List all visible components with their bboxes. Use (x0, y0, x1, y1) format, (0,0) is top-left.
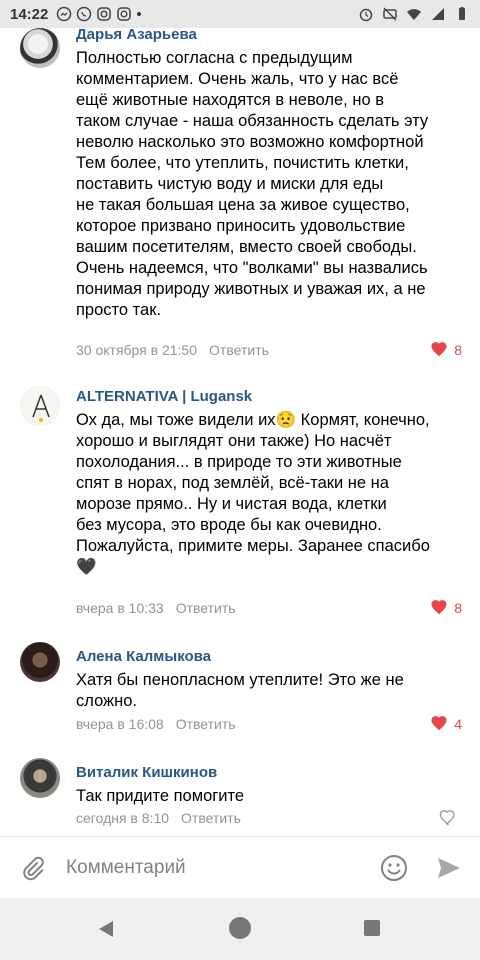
comment-text: Полностью согласна с предыдущим коммента… (76, 49, 429, 319)
heart-icon (431, 342, 447, 358)
attach-icon[interactable] (20, 855, 46, 881)
comment-meta: 30 октября в 21:50 Ответить (76, 342, 269, 358)
comment-date: 30 октября в 21:50 (76, 342, 198, 358)
like-button[interactable]: 4 (430, 716, 462, 732)
android-nav-bar (0, 898, 480, 960)
comment-input[interactable]: Комментарий (66, 857, 186, 879)
whatsapp-icon (77, 6, 92, 22)
reply-button[interactable]: Ответить (181, 810, 241, 826)
like-count: 8 (454, 600, 462, 616)
comment-author[interactable]: Дарья Азарьева (76, 28, 197, 43)
status-notification-icons: • (56, 5, 142, 23)
messenger-icon (57, 6, 72, 22)
back-icon[interactable] (97, 920, 115, 938)
comment-input-bar: Комментарий (0, 836, 480, 898)
comment-meta: вчера в 16:08 Ответить (76, 716, 236, 732)
alarm-icon (359, 8, 373, 22)
reply-button[interactable]: Ответить (209, 342, 269, 358)
recent-apps-icon[interactable] (364, 920, 380, 936)
instagram-icon (97, 7, 112, 21)
comment-author[interactable]: Виталик Кишкинов (76, 764, 217, 781)
mute-icon (383, 7, 397, 21)
comment-date: вчера в 10:33 (76, 600, 164, 616)
comment-text: Так придите помогите (76, 787, 245, 805)
comment-date: сегодня в 8:10 (76, 810, 170, 826)
heart-outline-icon (439, 810, 455, 826)
like-button[interactable]: 8 (430, 342, 462, 358)
alternativa-logo-icon (32, 394, 50, 422)
like-button[interactable]: 8 (430, 600, 462, 616)
comments-list[interactable]: Дарья Азарьева Полностью согласна с пред… (0, 28, 480, 836)
comment-meta: сегодня в 8:10 Ответить (76, 810, 241, 826)
status-dot: • (136, 5, 142, 23)
comment-author[interactable]: Алена Калмыкова (76, 648, 211, 665)
emoji-icon[interactable] (380, 854, 408, 882)
home-icon[interactable] (229, 917, 251, 939)
reply-button[interactable]: Ответить (176, 600, 236, 616)
avatar[interactable] (20, 386, 60, 426)
battery-icon (459, 7, 465, 20)
heart-icon (431, 716, 447, 732)
like-button[interactable] (438, 810, 462, 826)
status-system-icons (358, 6, 470, 22)
comment-date: вчера в 16:08 (76, 716, 164, 732)
signal-icon (432, 8, 444, 20)
avatar[interactable] (20, 758, 60, 798)
like-count: 4 (454, 716, 462, 732)
reply-button[interactable]: Ответить (176, 716, 236, 732)
comment-text: Ох да, мы тоже видели их😟 Кормят, конечн… (76, 411, 430, 576)
like-count: 8 (454, 342, 462, 358)
comment-meta: вчера в 10:33 Ответить (76, 600, 236, 616)
avatar[interactable] (20, 642, 60, 682)
wifi-icon (407, 9, 421, 20)
comment-text: Хатя бы пенопласном утеплите! Это же не … (76, 671, 404, 710)
instagram-icon-2 (117, 7, 132, 21)
heart-icon (431, 600, 447, 616)
status-bar: 14:22 • (0, 0, 480, 28)
status-time: 14:22 (10, 5, 49, 23)
comment-author[interactable]: ALTERNATIVA | Lugansk (76, 388, 252, 405)
send-icon[interactable] (436, 855, 462, 881)
avatar[interactable] (20, 28, 60, 68)
